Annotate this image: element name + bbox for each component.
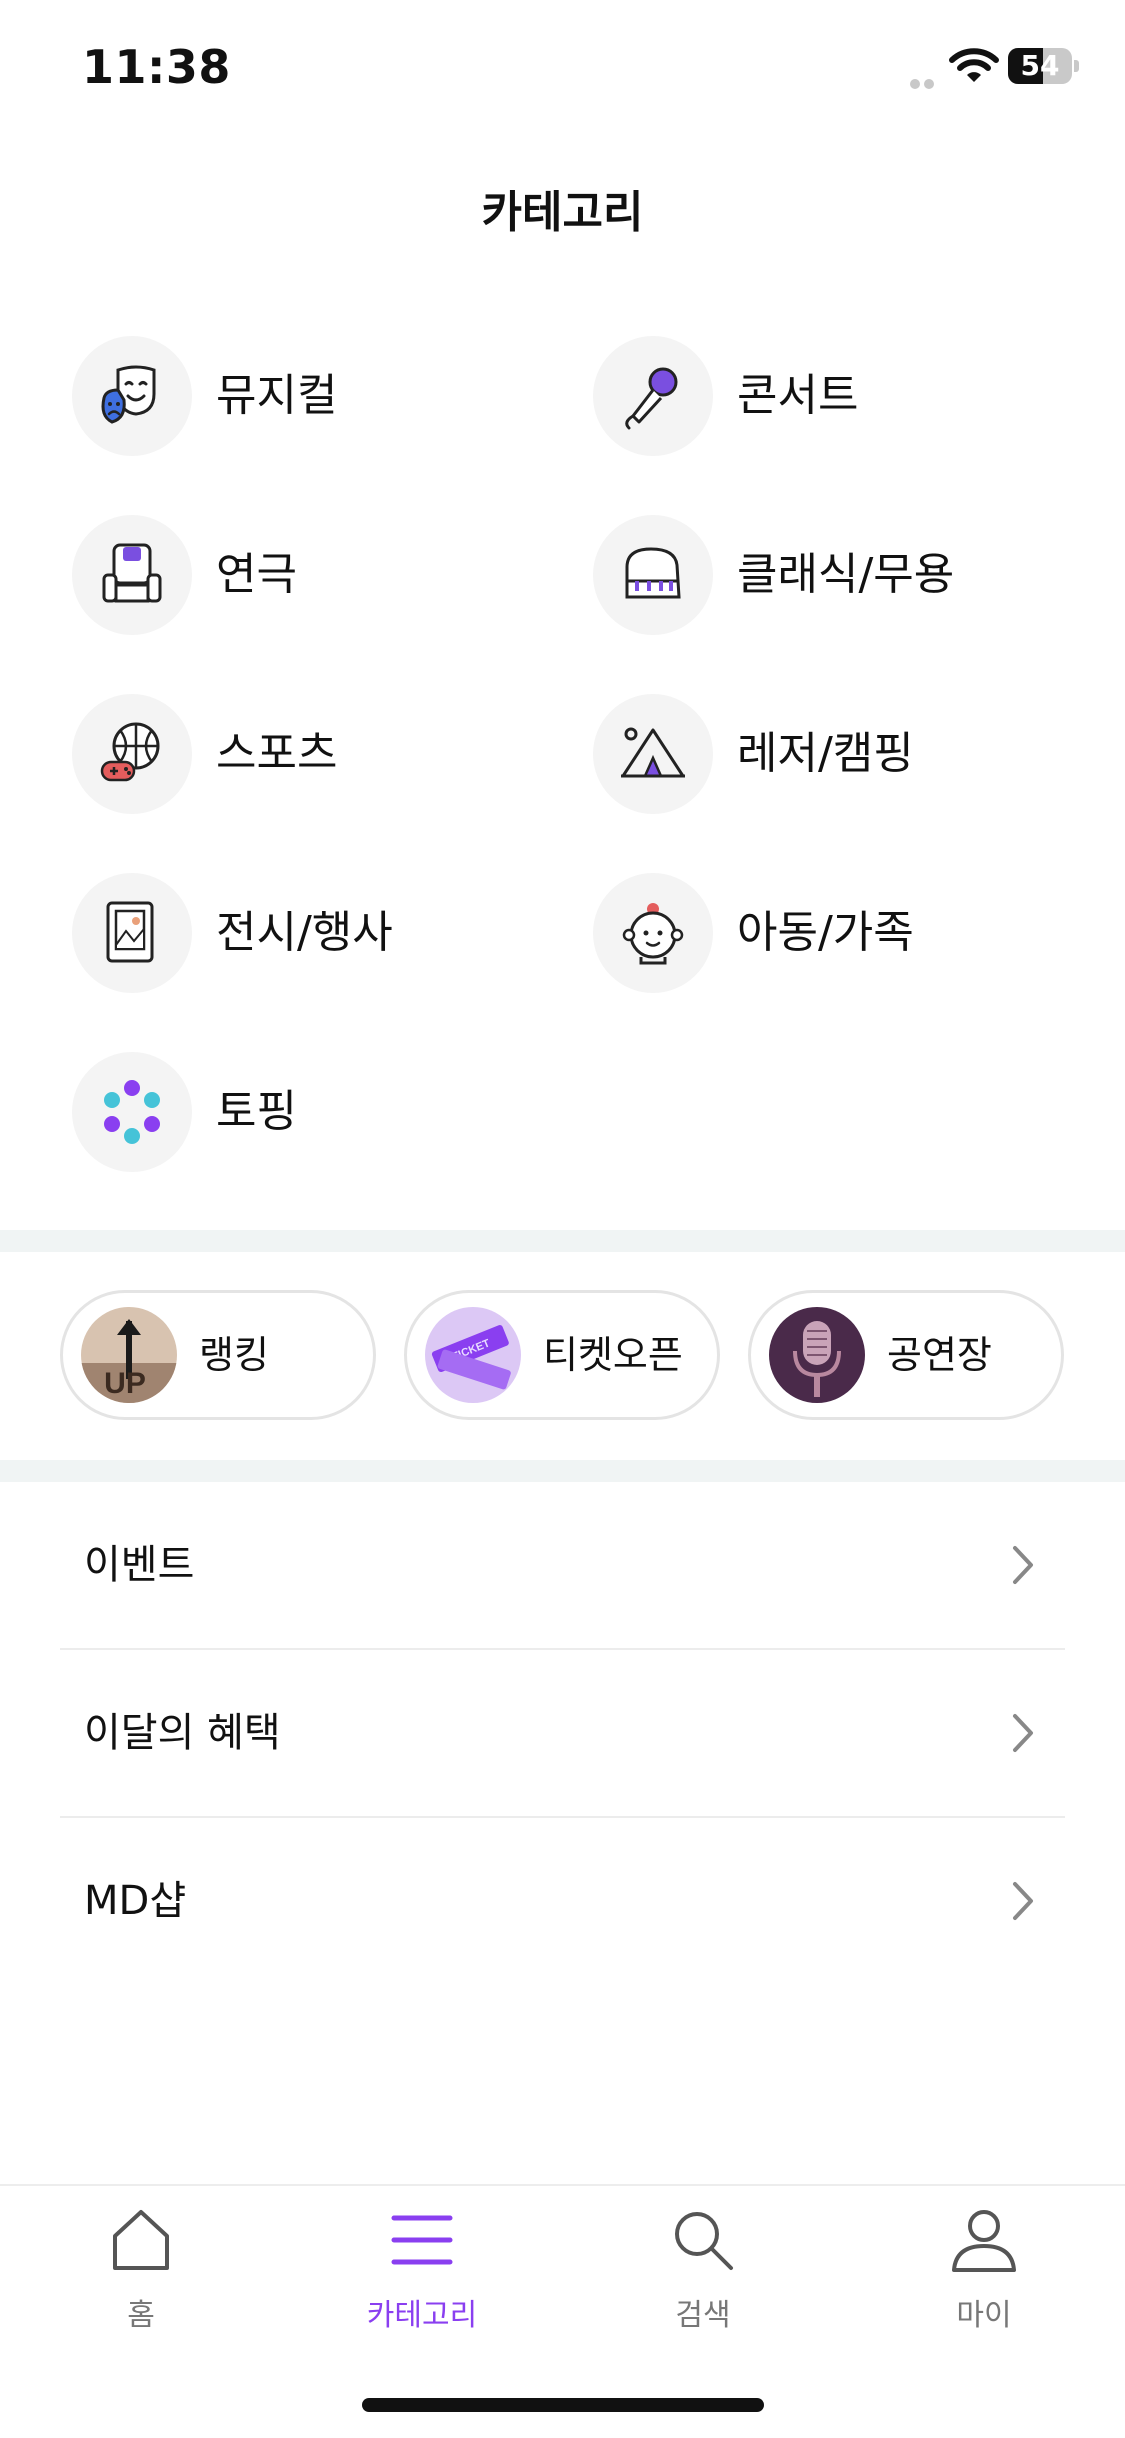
basketball-gamepad-icon: [72, 694, 192, 814]
category-exhibition-event[interactable]: 전시/행사: [72, 873, 552, 993]
category-label: 스포츠: [216, 728, 338, 779]
tab-home[interactable]: 홈: [41, 2206, 241, 2346]
category-label: 클래식/무용: [737, 549, 955, 600]
menu-item-label: MD샵: [84, 1878, 187, 1924]
menu-item-monthly-benefits[interactable]: 이달의 혜택: [60, 1650, 1065, 1816]
picture-frame-icon: [72, 873, 192, 993]
camping-tent-icon: [593, 694, 713, 814]
category-leisure-camping[interactable]: 레저/캠핑: [593, 694, 1073, 814]
tab-label: 홈: [127, 2298, 155, 2333]
menu-icon: [391, 2215, 453, 2265]
microphone-icon: [593, 336, 713, 456]
category-label: 아동/가족: [737, 907, 914, 958]
battery-level: 54: [1020, 49, 1060, 82]
menu-item-label: 이벤트: [84, 1542, 195, 1588]
person-icon: [952, 2210, 1016, 2272]
battery-icon: 54: [1008, 48, 1079, 84]
theater-mask-icon: [72, 336, 192, 456]
menu-item-md-shop[interactable]: MD샵: [60, 1818, 1065, 1984]
ranking-label: 랭킹: [199, 1333, 269, 1377]
page-title: 카테고리: [481, 187, 644, 238]
category-label: 콘서트: [737, 370, 859, 421]
category-label: 연극: [216, 549, 297, 600]
venue-thumbnail: [769, 1307, 865, 1403]
tab-my[interactable]: 마이: [884, 2206, 1084, 2346]
tab-category[interactable]: 카테고리: [322, 2206, 522, 2346]
chevron-right-icon: [1013, 1546, 1033, 1584]
home-indicator: [362, 2398, 764, 2412]
category-concert[interactable]: 콘서트: [593, 336, 1073, 456]
status-time: 11:38: [82, 40, 231, 94]
category-toping[interactable]: 토핑: [72, 1052, 552, 1172]
menu-item-events[interactable]: 이벤트: [60, 1482, 1065, 1648]
chevron-right-icon: [1013, 1714, 1033, 1752]
toping-flower-icon: [72, 1052, 192, 1172]
section-divider: [0, 1230, 1125, 1252]
venue-button[interactable]: 공연장: [748, 1290, 1064, 1420]
category-kids-family[interactable]: 아동/가족: [593, 873, 1073, 993]
ticket-open-label: 티켓오픈: [543, 1333, 683, 1377]
search-icon: [675, 2212, 733, 2270]
menu-item-label: 이달의 혜택: [84, 1710, 281, 1756]
category-label: 토핑: [216, 1086, 297, 1137]
category-musical[interactable]: 뮤지컬: [72, 336, 552, 456]
tab-label: 마이: [956, 2298, 1012, 2333]
category-label: 레저/캠핑: [737, 728, 914, 779]
tab-search[interactable]: 검색: [603, 2206, 803, 2346]
ticket-open-thumbnail: TICKET: [425, 1307, 521, 1403]
section-divider: [0, 1460, 1125, 1482]
chevron-right-icon: [1013, 1882, 1033, 1920]
category-sports[interactable]: 스포츠: [72, 694, 552, 814]
home-icon: [113, 2210, 169, 2270]
baby-face-icon: [593, 873, 713, 993]
svg-text:UP: UP: [104, 1367, 146, 1400]
wifi-icon: [949, 48, 999, 82]
status-bar: 11:38 54: [0, 0, 1125, 130]
tab-label: 검색: [675, 2298, 731, 2333]
category-label: 뮤지컬: [216, 370, 338, 421]
category-play[interactable]: 연극: [72, 515, 552, 635]
ranking-button[interactable]: UP 랭킹: [60, 1290, 376, 1420]
ticket-open-button[interactable]: TICKET 티켓오픈: [404, 1290, 720, 1420]
ranking-thumbnail: UP: [81, 1307, 177, 1403]
tab-label: 카테고리: [366, 2298, 478, 2333]
category-classic-dance[interactable]: 클래식/무용: [593, 515, 1073, 635]
category-label: 전시/행사: [216, 907, 393, 958]
venue-label: 공연장: [887, 1333, 992, 1377]
theater-seat-icon: [72, 515, 192, 635]
piano-icon: [593, 515, 713, 635]
cellular-signal-icon: [910, 74, 938, 93]
